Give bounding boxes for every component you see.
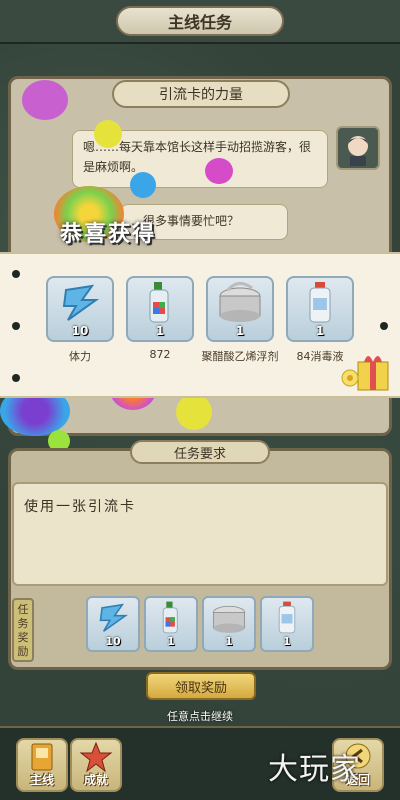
binder-hole — [12, 374, 20, 382]
reward-count: 10 — [71, 324, 89, 338]
reward-count: 1 — [167, 635, 175, 648]
reward-count: 10 — [105, 635, 121, 648]
disinfectant-bottle-icon — [309, 282, 331, 323]
reward-popup[interactable]: 10 1 1 1 体力 872 聚醋酸乙烯浮剂 84消毒液 — [0, 252, 400, 398]
reward-popup-title: 恭喜获得 — [60, 222, 157, 247]
binder-hole — [12, 322, 20, 330]
task-requirement-header: 任务要求 — [130, 440, 270, 464]
nav-achievement-label: 成就 — [83, 773, 108, 787]
reward-item-disinfectant[interactable]: 1 — [286, 276, 354, 342]
reward-count: 1 — [235, 324, 245, 338]
gift-box-icon — [341, 356, 389, 391]
water-crystal-icon — [99, 603, 128, 632]
reward-item-soap[interactable]: 1 — [126, 276, 194, 342]
task-requirement-text: 使用一张引流卡 — [24, 499, 136, 515]
water-crystal-icon — [62, 284, 100, 321]
dialog-text-1: 嗯……每天靠本馆长这样手动招揽游客，很是麻烦啊。 — [83, 140, 312, 174]
task-reward-label-text: 任务奖励 — [17, 603, 29, 658]
soap-bottle-icon — [162, 601, 178, 634]
task-reward-soap[interactable]: 1 — [144, 596, 198, 652]
nav-main-label: 主线 — [29, 773, 54, 787]
claim-reward-button[interactable]: 领取奖励 — [146, 672, 256, 700]
binder-hole — [380, 322, 388, 330]
glue-can-icon — [212, 605, 246, 633]
reward-label-glue: 聚醋酸乙烯浮剂 — [201, 350, 279, 363]
nav-achievement-button[interactable]: 成就 — [70, 738, 122, 792]
binder-hole — [12, 270, 20, 278]
paint-splash — [205, 158, 233, 184]
task-reward-disinfectant[interactable]: 1 — [260, 596, 314, 652]
reward-label-stamina: 体力 — [69, 350, 91, 363]
reward-count: 1 — [225, 635, 233, 648]
paint-splash — [22, 80, 68, 120]
paint-splash — [130, 172, 156, 198]
reward-count: 1 — [155, 324, 165, 338]
curator-avatar — [336, 126, 380, 170]
task-reward-glue[interactable]: 1 — [202, 596, 256, 652]
soap-bottle-icon — [149, 282, 169, 323]
nav-main-quest-button[interactable]: 主线 — [16, 738, 68, 792]
chapter-title: 引流卡的力量 — [112, 80, 290, 108]
character-portrait-icon — [348, 136, 368, 166]
reward-count: 1 — [315, 324, 325, 338]
watermark-logo: 大玩家 — [268, 752, 361, 787]
reward-item-stamina[interactable]: 10 — [46, 276, 114, 342]
paint-splash — [94, 120, 122, 148]
reward-label-soap: 872 — [149, 348, 171, 361]
reward-count: 1 — [283, 635, 291, 648]
reward-item-glue[interactable]: 1 — [206, 276, 274, 342]
paint-splash — [176, 394, 212, 430]
page-title: 主线任务 — [116, 6, 284, 36]
disinfectant-bottle-icon — [278, 601, 296, 634]
glue-can-icon — [219, 282, 261, 322]
task-requirement-box: 使用一张引流卡 — [12, 482, 388, 586]
tap-to-continue-hint: 任意点击继续 — [167, 710, 233, 723]
task-reward-stamina[interactable]: 10 — [86, 596, 140, 652]
task-reward-label: 任务奖励 — [12, 598, 34, 662]
